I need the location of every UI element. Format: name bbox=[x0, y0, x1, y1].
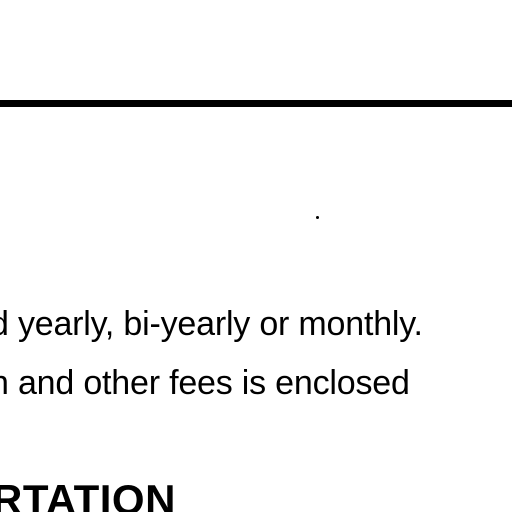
document-page: d yearly, bi-yearly or monthly. n and ot… bbox=[0, 0, 512, 512]
scan-speck bbox=[316, 216, 319, 219]
section-heading: RTATION bbox=[0, 476, 176, 512]
horizontal-rule bbox=[0, 100, 512, 107]
paragraph-line-2: n and other fees is enclosed bbox=[0, 364, 410, 402]
paragraph-line-1: d yearly, bi-yearly or monthly. bbox=[0, 305, 423, 343]
